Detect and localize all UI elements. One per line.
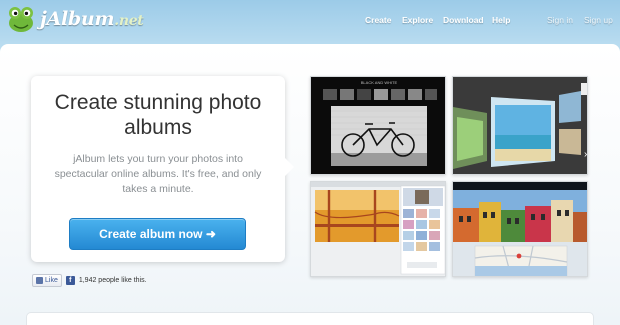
create-album-button[interactable]: Create album now ➜ — [69, 218, 246, 250]
facebook-like-widget: Like f 1,942 people like this. — [32, 274, 147, 287]
sample-album-3d-wall[interactable]: › — [452, 76, 588, 175]
main-nav: Create Explore Download Help Sign in Sig… — [0, 15, 620, 29]
hero-description: jAlbum lets you turn your photos into sp… — [54, 153, 262, 195]
3d-wall-preview: › — [453, 77, 587, 174]
sample-album-editor[interactable] — [310, 181, 446, 277]
nav-create[interactable]: Create — [365, 15, 391, 25]
nav-help[interactable]: Help — [492, 15, 510, 25]
sample-album-map[interactable] — [452, 181, 588, 277]
editor-preview — [311, 182, 445, 276]
svg-text:›: › — [584, 149, 587, 160]
like-button-label: Like — [45, 277, 58, 284]
top-bar: jAlbum.net Create Explore Download Help … — [0, 0, 620, 42]
hero-title: Create stunning photo albums — [54, 91, 262, 139]
sign-in-link[interactable]: Sign in — [547, 15, 573, 25]
bw-album-preview: BLACK AND WHITE — [311, 77, 445, 174]
facebook-icon: f — [65, 276, 75, 285]
nav-explore[interactable]: Explore — [402, 15, 433, 25]
album-caption: BLACK AND WHITE — [361, 80, 398, 85]
like-button[interactable]: Like — [32, 274, 62, 287]
nav-download[interactable]: Download — [443, 15, 484, 25]
map-album-preview — [453, 182, 587, 276]
like-count-text: 1,942 people like this. — [78, 277, 147, 284]
hero-card: Create stunning photo albums jAlbum lets… — [31, 76, 294, 262]
thumbs-up-icon — [36, 277, 43, 284]
sign-up-link[interactable]: Sign up — [584, 15, 613, 25]
bottom-section-card — [26, 312, 594, 325]
sample-album-bw[interactable]: BLACK AND WHITE — [310, 76, 446, 175]
